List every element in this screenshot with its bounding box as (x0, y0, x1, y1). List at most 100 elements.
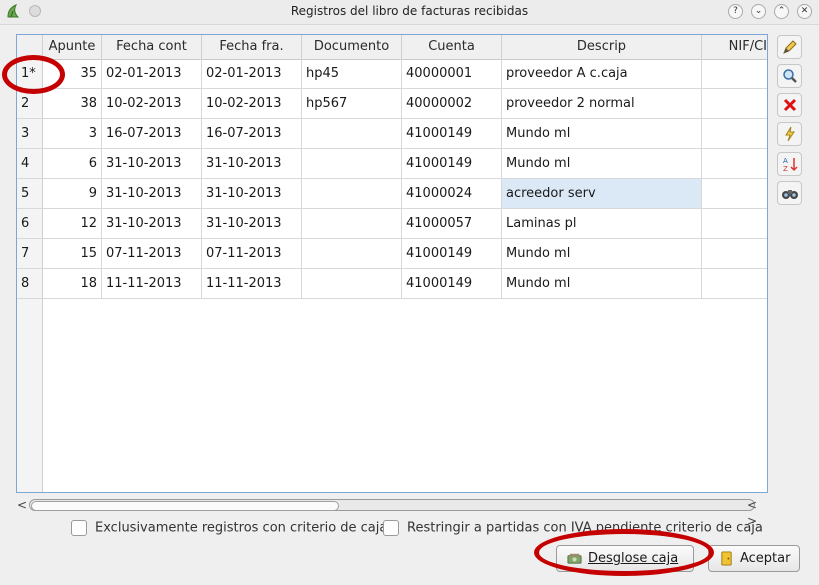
cell-cuenta[interactable]: 41000149 (402, 239, 502, 269)
cell-documento[interactable]: hp45 (302, 59, 402, 89)
cell-descrip[interactable]: acreedor serv (502, 179, 702, 209)
row-header[interactable]: 3 (17, 119, 43, 149)
table-header: Apunte Fecha cont Fecha fra. Documento C… (17, 35, 767, 60)
search-button[interactable] (777, 64, 802, 88)
cell-fecha-cont[interactable]: 31-10-2013 (102, 179, 202, 209)
iva-pendiente-option[interactable]: Restringir a partidas con IVA pendiente … (383, 520, 763, 540)
minimize-button[interactable]: ⌄ (751, 4, 766, 19)
cell-apunte[interactable]: 6 (43, 149, 102, 179)
svg-text:A: A (783, 157, 788, 165)
window-title: Registros del libro de facturas recibida… (290, 4, 529, 18)
cell-apunte[interactable]: 15 (43, 239, 102, 269)
scroll-left-arrow[interactable]: < (17, 497, 27, 513)
cell-documento[interactable] (302, 149, 402, 179)
cell-apunte[interactable]: 38 (43, 89, 102, 119)
cell-cuenta[interactable]: 40000002 (402, 89, 502, 119)
aceptar-button[interactable]: Aceptar (708, 545, 800, 572)
row-header[interactable]: 5 (17, 179, 43, 209)
cell-documento[interactable] (302, 119, 402, 149)
cell-descrip[interactable]: Laminas pl (502, 209, 702, 239)
cell-cuenta[interactable]: 41000149 (402, 269, 502, 299)
scroll-track[interactable] (29, 499, 755, 511)
cell-apunte[interactable]: 9 (43, 179, 102, 209)
cell-nif[interactable] (702, 179, 767, 209)
cell-nif[interactable] (702, 89, 767, 119)
cell-fecha-fra[interactable]: 11-11-2013 (202, 269, 302, 299)
cell-nif[interactable] (702, 209, 767, 239)
execute-button[interactable] (777, 122, 802, 146)
sort-az-icon: AZ (783, 157, 798, 173)
cell-descrip[interactable]: proveedor 2 normal (502, 89, 702, 119)
row-header[interactable]: 4 (17, 149, 43, 179)
row-header[interactable]: 6 (17, 209, 43, 239)
cell-nif[interactable] (702, 59, 767, 89)
cell-fecha-cont[interactable]: 31-10-2013 (102, 209, 202, 239)
cell-fecha-cont[interactable]: 16-07-2013 (102, 119, 202, 149)
criterio-caja-option[interactable]: Exclusivamente registros con criterio de… (71, 520, 387, 540)
iva-pendiente-checkbox[interactable] (383, 520, 399, 536)
cell-cuenta[interactable]: 41000024 (402, 179, 502, 209)
cell-nif[interactable] (702, 119, 767, 149)
cell-fecha-cont[interactable]: 02-01-2013 (102, 59, 202, 89)
cell-fecha-fra[interactable]: 31-10-2013 (202, 179, 302, 209)
cell-cuenta[interactable]: 41000057 (402, 209, 502, 239)
cell-descrip[interactable]: Mundo ml (502, 149, 702, 179)
cell-fecha-fra[interactable]: 10-02-2013 (202, 89, 302, 119)
sort-button[interactable]: AZ (777, 152, 802, 176)
cell-descrip[interactable]: Mundo ml (502, 269, 702, 299)
horizontal-scrollbar[interactable]: < < > (16, 497, 768, 528)
row-header[interactable]: 7 (17, 239, 43, 269)
row-header[interactable]: 1* (17, 59, 43, 89)
cell-documento[interactable] (302, 239, 402, 269)
cell-documento[interactable] (302, 209, 402, 239)
magnifier-icon (782, 69, 797, 83)
cell-fecha-fra[interactable]: 07-11-2013 (202, 239, 302, 269)
cell-cuenta[interactable]: 40000001 (402, 59, 502, 89)
cell-documento[interactable] (302, 269, 402, 299)
cell-cuenta[interactable]: 41000149 (402, 149, 502, 179)
cell-nif[interactable] (702, 149, 767, 179)
cell-descrip[interactable]: Mundo ml (502, 239, 702, 269)
cell-apunte[interactable]: 18 (43, 269, 102, 299)
cell-fecha-cont[interactable]: 10-02-2013 (102, 89, 202, 119)
col-header-nif[interactable]: NIF/CI (702, 35, 767, 59)
col-header-fecha-fra[interactable]: Fecha fra. (202, 35, 302, 59)
cell-nif[interactable] (702, 239, 767, 269)
desglose-caja-label: Desglose caja (588, 551, 679, 566)
col-header-descrip[interactable]: Descrip (502, 35, 702, 59)
cell-documento[interactable] (302, 179, 402, 209)
close-window-button[interactable]: ✕ (797, 4, 812, 19)
criterio-caja-checkbox[interactable] (71, 520, 87, 536)
cell-descrip[interactable]: proveedor A c.caja (502, 59, 702, 89)
col-header-apunte[interactable]: Apunte (43, 35, 102, 59)
delete-button[interactable] (777, 93, 802, 117)
cell-fecha-cont[interactable]: 11-11-2013 (102, 269, 202, 299)
cell-apunte[interactable]: 12 (43, 209, 102, 239)
cell-documento[interactable]: hp567 (302, 89, 402, 119)
cell-fecha-fra[interactable]: 31-10-2013 (202, 149, 302, 179)
cell-apunte[interactable]: 3 (43, 119, 102, 149)
col-header-documento[interactable]: Documento (302, 35, 402, 59)
row-header[interactable]: 2 (17, 89, 43, 119)
maximize-button[interactable]: ⌃ (774, 4, 789, 19)
title-bar: Registros del libro de facturas recibida… (0, 0, 819, 25)
cell-fecha-fra[interactable]: 16-07-2013 (202, 119, 302, 149)
col-header-fecha-cont[interactable]: Fecha cont (102, 35, 202, 59)
cell-fecha-cont[interactable]: 07-11-2013 (102, 239, 202, 269)
desglose-caja-button[interactable]: Desglose caja (556, 545, 694, 572)
edit-button[interactable] (777, 35, 802, 59)
cell-fecha-cont[interactable]: 31-10-2013 (102, 149, 202, 179)
cell-fecha-fra[interactable]: 31-10-2013 (202, 209, 302, 239)
row-header[interactable]: 8 (17, 269, 43, 299)
scroll-thumb[interactable] (31, 501, 339, 511)
cell-apunte[interactable]: 35 (43, 59, 102, 89)
cell-descrip[interactable]: Mundo ml (502, 119, 702, 149)
invoices-table[interactable]: Apunte Fecha cont Fecha fra. Documento C… (16, 34, 768, 493)
cell-fecha-fra[interactable]: 02-01-2013 (202, 59, 302, 89)
help-button[interactable]: ? (728, 4, 743, 19)
col-header-cuenta[interactable]: Cuenta (402, 35, 502, 59)
cell-cuenta[interactable]: 41000149 (402, 119, 502, 149)
cell-nif[interactable] (702, 269, 767, 299)
corner-cell[interactable] (17, 35, 43, 59)
find-button[interactable] (777, 181, 802, 205)
